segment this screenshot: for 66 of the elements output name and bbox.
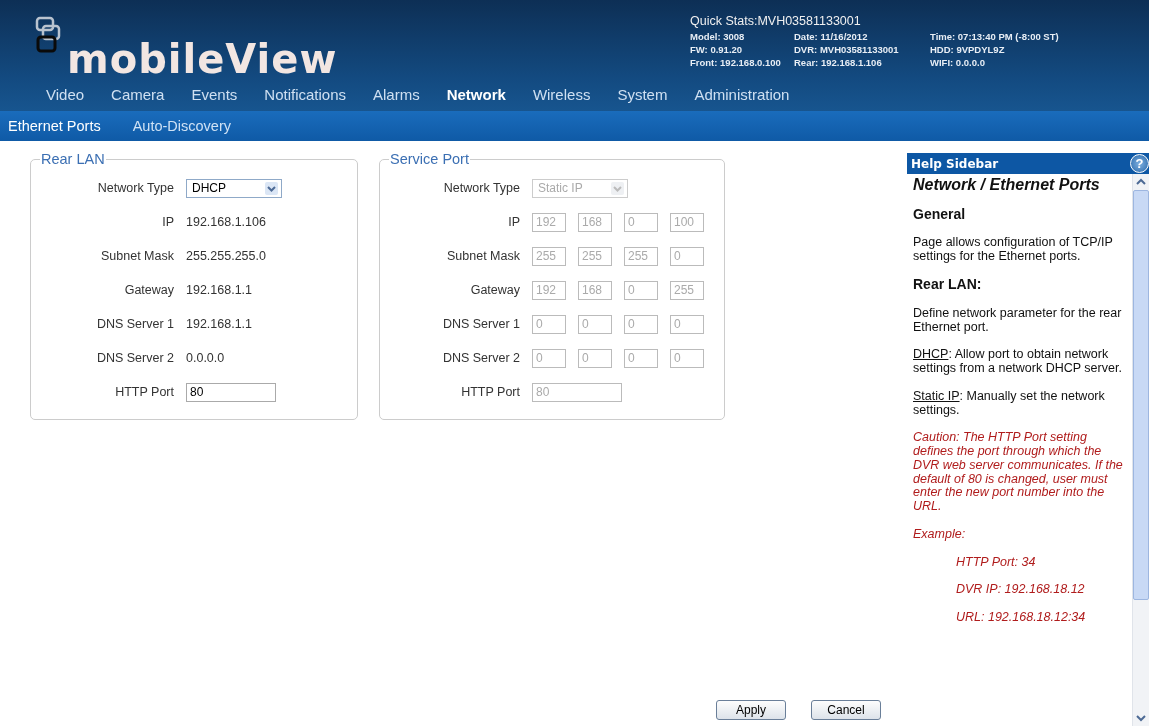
help-paragraph: Static IP: Manually set the network settings. (913, 389, 1106, 418)
http-port-input[interactable]: 80 (186, 382, 276, 402)
field-label: Network Type (442, 181, 521, 195)
quick-stat: Model: 3008 (690, 31, 746, 42)
quick-stat: Rear: 192.168.1.106 (794, 57, 883, 68)
nav-tab[interactable]: Video (46, 86, 85, 103)
nav-tab[interactable]: Camera (111, 86, 165, 103)
nav-tab[interactable]: Events (191, 86, 238, 103)
quick-stats-title: Quick Stats:MVH03581133001 (690, 14, 862, 28)
help-paragraph: Define network parameter for the rear Ethernet port. (913, 306, 1123, 335)
help-example-text: URL: 192.168.18.12:34 (955, 611, 1087, 625)
help-term-link[interactable]: Static IP (913, 388, 960, 403)
network-type-select[interactable]: DHCP (186, 178, 282, 198)
quick-stat: Date: 11/16/2012 (794, 31, 869, 42)
help-example-text: HTTP Port: 34 (955, 555, 1037, 570)
field-value: 192.168.1.1 (186, 317, 253, 331)
help-heading: Rear LAN: (913, 277, 983, 293)
quick-stat: Time: 07:13:40 PM (-8:00 ST) (930, 31, 1060, 42)
field-label: Gateway (469, 283, 521, 297)
field-label: DNS Server 2 (95, 351, 175, 365)
brand-logo-text: mobileView (67, 36, 338, 82)
quick-stat: FW: 0.91.20 (690, 44, 744, 55)
field-label: Subnet Mask (446, 249, 521, 263)
subnav-tab[interactable]: Ethernet Ports (8, 118, 101, 134)
caret-icon (265, 181, 278, 195)
cancel-button[interactable]: Cancel (811, 700, 881, 720)
help-example-text: DVR IP: 192.168.18.12 (955, 583, 1086, 598)
help-heading: General (913, 206, 967, 222)
help-icon[interactable]: ? (1130, 154, 1149, 173)
nav-tab[interactable]: Alarms (373, 86, 420, 103)
group-title: Service Port (389, 151, 470, 167)
field-value: 192.168.1.1 (186, 283, 253, 297)
nav-tab[interactable]: Network (446, 86, 506, 103)
field-value: 192.168.1.106 (186, 215, 266, 229)
group-title: Rear LAN (40, 151, 106, 167)
field-label: DNS Server 2 (441, 351, 521, 365)
caret-icon (611, 181, 624, 195)
field-label: Network Type (96, 181, 175, 195)
nav-tab[interactable]: System (617, 86, 668, 103)
help-caution-text: Caution: The HTTP Port setting defines the port through which the DVR web server communicates. If the default of 80 is changed, user must enter the new port number into the URL. (913, 431, 1124, 514)
quick-stat: DVR: MVH03581133001 (794, 44, 900, 55)
quick-stat: WIFI: 0.0.0.0 (930, 57, 986, 68)
field-label: Gateway (123, 283, 175, 297)
subnav-tab[interactable]: Auto-Discovery (132, 118, 231, 134)
field-label: DNS Server 1 (95, 317, 175, 331)
field-value: 0.0.0.0 (186, 351, 225, 365)
help-title: Network / Ethernet Ports (913, 176, 1101, 194)
help-paragraph: Page allows configuration of TCP/IP settings for the Ethernet ports. (913, 236, 1114, 264)
field-label: HTTP Port (114, 385, 175, 399)
field-label: HTTP Port (460, 385, 521, 399)
scrollbar-thumb[interactable] (1133, 190, 1149, 600)
quick-stat: Front: 192.168.0.100 (690, 57, 782, 68)
field-value: 255.255.255.0 (186, 249, 266, 263)
nav-tab[interactable]: Wireless (532, 86, 591, 103)
field-label: Subnet Mask (100, 249, 175, 263)
scrollbar[interactable] (1132, 174, 1149, 726)
quick-stat: HDD: 9VPDYL9Z (930, 44, 1006, 55)
apply-button[interactable]: Apply (716, 700, 786, 720)
help-sidebar-title: Help Sidebar (911, 156, 999, 171)
nav-tab[interactable]: Notifications (264, 86, 346, 103)
field-label: IP (507, 215, 521, 229)
help-caution-text: Example: (913, 527, 967, 542)
field-label: DNS Server 1 (441, 317, 521, 331)
help-paragraph: DHCP: Allow port to obtain network settings from a network DHCP server. (913, 348, 1123, 376)
nav-tab[interactable]: Administration (694, 86, 790, 103)
field-label: IP (161, 215, 175, 229)
